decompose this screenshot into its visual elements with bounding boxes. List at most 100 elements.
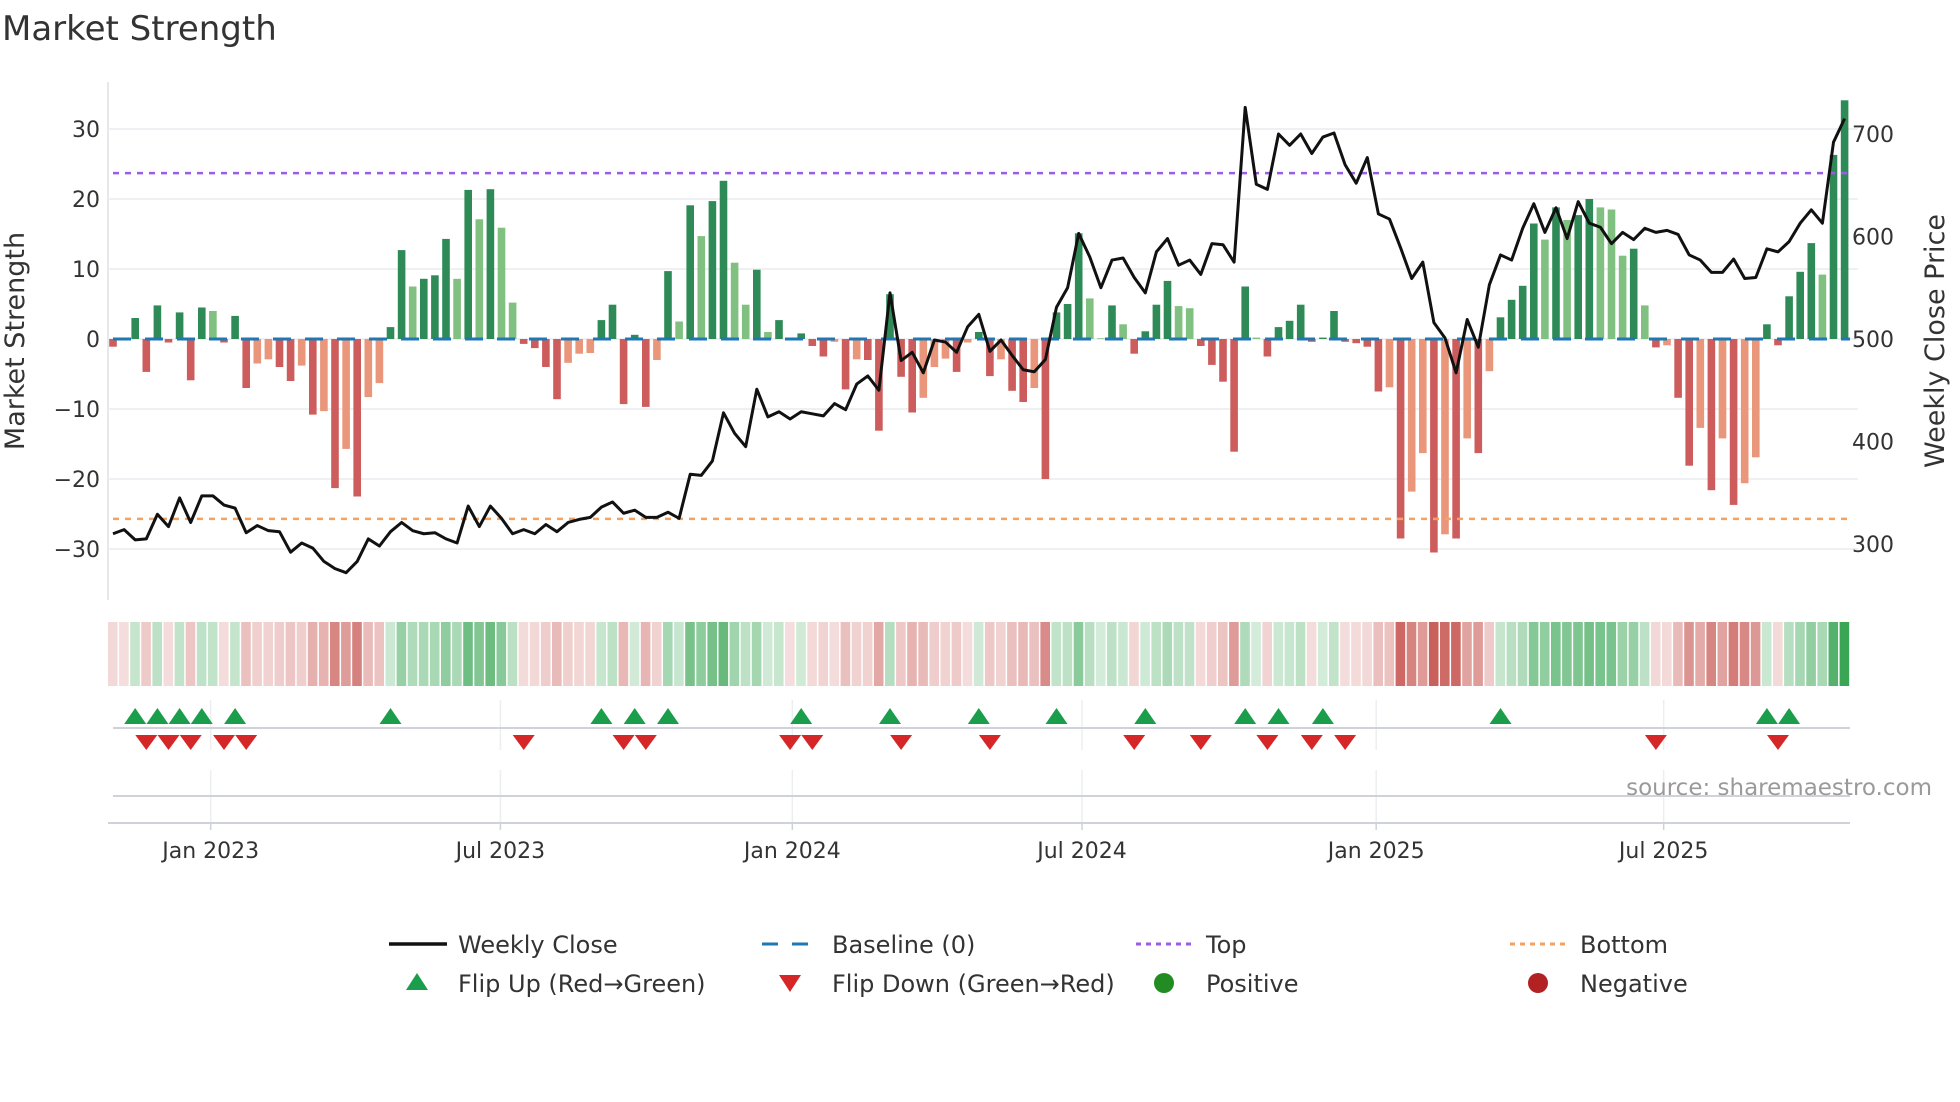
flip-down-marker [779, 735, 802, 750]
strength-bar [1008, 339, 1016, 391]
strength-bar [1097, 338, 1105, 339]
right-tick-label: 300 [1852, 533, 1894, 558]
flip-down-marker [1767, 735, 1789, 750]
heatmap-cell [751, 622, 762, 686]
strength-bar [1296, 304, 1305, 339]
strength-bar [664, 271, 672, 339]
strength-bar [1419, 339, 1427, 454]
strength-bar [1818, 274, 1827, 339]
heatmap-cell [640, 622, 651, 686]
flip-down-marker [1256, 735, 1279, 750]
heatmap-cell [552, 622, 562, 686]
strength-bar [1685, 339, 1693, 466]
heatmap-cell [207, 622, 218, 686]
x-axis: Jan 2023 Jul 2023 Jan 2024 Jul 2024 Jan 2025… [108, 822, 1850, 864]
heatmap-cell [851, 622, 862, 686]
heatmap-cell [563, 622, 573, 686]
heatmap-cell [873, 622, 884, 686]
heatmap-cell [1118, 622, 1128, 686]
flip-up-marker [1311, 708, 1334, 724]
heatmap-cell [1107, 622, 1117, 686]
heatmap-cell [862, 622, 873, 686]
heatmap-cell [407, 622, 418, 686]
heatmap-cell [796, 622, 806, 686]
strength-bar [608, 304, 617, 339]
heatmap-cell [1495, 622, 1506, 686]
legend-flip-up-red-green: Flip Up (Red→Green) [458, 970, 706, 998]
strength-bar [1119, 324, 1127, 339]
heatmap-cell [1473, 622, 1483, 686]
strength-bar [1185, 308, 1194, 339]
heatmap-cell [1817, 622, 1827, 686]
heatmap-cell [1084, 622, 1095, 686]
flip-up-marker [168, 708, 191, 724]
heatmap-cell [1750, 622, 1761, 686]
strength-bar [1474, 339, 1483, 454]
flip-down-marker [512, 735, 535, 750]
heatmap-cell [1406, 622, 1417, 686]
heatmap-cell [307, 622, 318, 686]
strength-bar [375, 339, 384, 384]
heatmap-cell [1040, 622, 1050, 686]
heatmap-cell [940, 622, 951, 686]
legend-bottom: Bottom [1580, 931, 1668, 959]
strength-bar [1174, 306, 1183, 339]
heatmap-cell [1506, 622, 1517, 686]
heatmap-cell [1795, 622, 1805, 686]
heatmap-cell [1539, 622, 1550, 686]
flip-down-marker [1123, 735, 1146, 750]
heatmap-cell [1517, 622, 1528, 686]
heatmap-cell [596, 622, 606, 686]
heatmap-cell [885, 622, 895, 686]
heatmap-cell [452, 622, 462, 686]
flip-down-marker [978, 735, 1001, 750]
heatmap-cell [1551, 622, 1561, 686]
right-axis-ticks: 300 400 500 600 700 [1852, 123, 1894, 558]
heatmap-cell [629, 622, 640, 686]
strength-bar [253, 339, 262, 364]
heatmap-cell [1451, 622, 1461, 686]
flip-up-marker [1234, 708, 1257, 724]
heatmap-cell [441, 622, 451, 686]
heatmap-cell [141, 622, 151, 686]
strength-bar [1641, 305, 1649, 339]
left-tick-label: −10 [54, 398, 100, 423]
heatmap-cell [1306, 622, 1317, 686]
strength-bar [1274, 327, 1283, 339]
strength-bar [497, 227, 506, 339]
strength-bar [1319, 337, 1327, 339]
strength-bar [475, 219, 484, 339]
heatmap-cell [119, 622, 129, 686]
heatmap-cell [729, 622, 740, 686]
right-tick-label: 500 [1852, 328, 1894, 353]
strength-bar [353, 339, 361, 497]
heatmap-cell [374, 622, 384, 686]
flip-up-marker [190, 708, 213, 724]
strength-bar [1352, 339, 1360, 344]
chart-title: Market Strength [2, 9, 277, 49]
heatmap-cell [1095, 622, 1106, 686]
heatmap-cell [785, 622, 795, 686]
strength-bar [209, 311, 217, 339]
strength-bar [1752, 339, 1760, 458]
heatmap-cell [1317, 622, 1328, 686]
left-tick-label: 20 [72, 188, 100, 213]
heatmap-cell [607, 622, 618, 686]
heatmap-cell [1617, 622, 1628, 686]
flip-markers-panel [113, 700, 1850, 823]
heatmap-cell [996, 622, 1006, 686]
strength-bar [1607, 209, 1616, 339]
heatmap-cell [1362, 622, 1372, 686]
strength-bar [442, 238, 450, 339]
strength-bar [1785, 296, 1793, 339]
heatmap-cell [540, 622, 551, 686]
strength-bar [708, 201, 717, 339]
circle-icon [1528, 973, 1548, 993]
strength-bar [464, 189, 472, 339]
strength-bar [1740, 339, 1749, 484]
flip-down-marker [890, 735, 913, 750]
flip-down-marker [801, 735, 824, 750]
strength-bar [1063, 304, 1072, 339]
heatmap-cell [1573, 622, 1583, 686]
strength-bar [1618, 255, 1627, 339]
